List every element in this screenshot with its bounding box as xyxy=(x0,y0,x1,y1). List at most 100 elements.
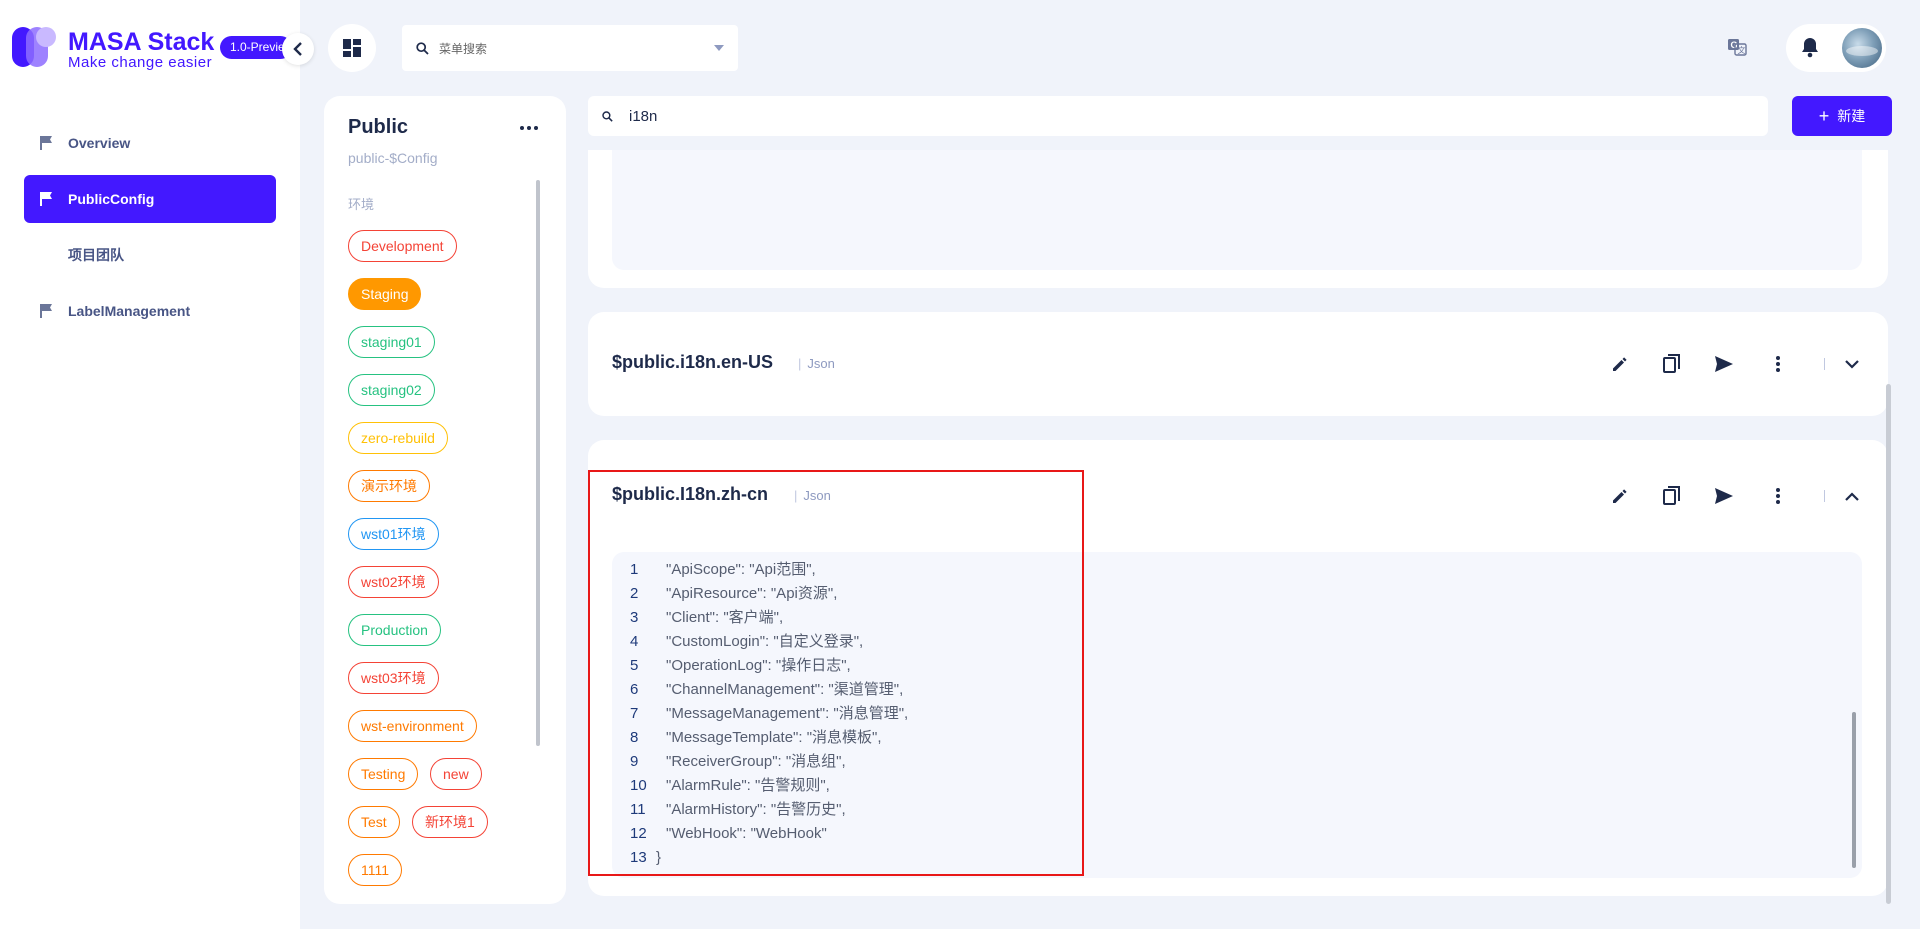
menu-search-placeholder: 菜单搜索 xyxy=(439,41,488,56)
notification-bell-icon[interactable] xyxy=(1800,36,1820,63)
code-scrollbar[interactable] xyxy=(1852,712,1856,868)
copy-icon[interactable] xyxy=(1658,482,1686,510)
code-line: 2 "ApiResource": "Api资源", xyxy=(612,582,837,606)
environment-scrollbar[interactable] xyxy=(536,180,540,746)
send-icon[interactable] xyxy=(1710,350,1738,378)
environment-chip[interactable]: zero-rebuild xyxy=(348,422,448,454)
code-text: "AlarmRule": "告警规则", xyxy=(666,777,830,794)
more-vertical-icon[interactable] xyxy=(1764,350,1792,378)
code-line: 12 "WebHook": "WebHook" xyxy=(612,822,827,846)
code-text: "ReceiverGroup": "消息组", xyxy=(666,753,846,770)
code-text: "MessageManagement": "消息管理", xyxy=(666,705,909,722)
config-actions xyxy=(1606,350,1866,378)
environment-chip[interactable]: Test xyxy=(348,806,400,838)
more-vertical-icon[interactable] xyxy=(1764,482,1792,510)
masa-logo-icon xyxy=(12,24,58,70)
code-line: 4 "CustomLogin": "自定义登录", xyxy=(612,630,863,654)
environment-chip[interactable]: wst03环境 xyxy=(348,662,439,694)
environment-chip[interactable]: new xyxy=(430,758,482,790)
config-subtitle: public-$Config xyxy=(348,150,438,166)
config-search-input[interactable]: i18n xyxy=(588,96,1768,136)
new-config-button[interactable]: + 新建 xyxy=(1792,96,1892,136)
config-search-value: i18n xyxy=(629,107,658,125)
app-grid-button[interactable] xyxy=(328,24,376,72)
line-number: 6 xyxy=(630,681,639,698)
config-name[interactable]: $public.I18n.zh-cn xyxy=(612,484,768,505)
dropdown-arrow-icon[interactable] xyxy=(714,45,724,51)
brand[interactable]: MASA Stack Make change easier 1.0-Previe… xyxy=(12,24,302,74)
flag-icon xyxy=(40,304,52,318)
new-button-label: 新建 xyxy=(1837,108,1866,124)
code-line: 7 "MessageManagement": "消息管理", xyxy=(612,702,908,726)
config-name[interactable]: $public.i18n.en-US xyxy=(612,352,773,373)
svg-text:文: 文 xyxy=(1738,45,1746,55)
code-text: "ApiScope": "Api范围", xyxy=(666,561,816,578)
search-icon xyxy=(416,41,429,55)
line-number: 4 xyxy=(630,633,639,650)
action-divider xyxy=(1824,490,1825,502)
environment-chip[interactable]: Testing xyxy=(348,758,419,790)
line-number: 9 xyxy=(630,753,639,770)
line-number: 12 xyxy=(630,825,647,842)
flag-icon xyxy=(40,192,52,206)
action-divider xyxy=(1824,358,1825,370)
code-line: 9 "ReceiverGroup": "消息组", xyxy=(612,750,846,774)
svg-text:G: G xyxy=(1731,40,1738,50)
line-number: 8 xyxy=(630,729,639,746)
nav-item-labelmanagement[interactable]: LabelManagement xyxy=(24,287,276,335)
environment-chip[interactable]: staging01 xyxy=(348,326,435,358)
config-type-label: Json xyxy=(807,356,835,371)
code-editor[interactable]: 1 "ApiScope": "Api范围", 2 "ApiResource": "Ap… xyxy=(612,552,1862,878)
chevron-down-icon[interactable] xyxy=(1838,350,1866,378)
config-panel: Public public-$Config 环境 Development Stag… xyxy=(324,96,566,904)
code-text: "AlarmHistory": "告警历史", xyxy=(666,801,846,818)
environment-chip[interactable]: Development xyxy=(348,230,457,262)
avatar[interactable] xyxy=(1842,28,1882,68)
more-options-button[interactable] xyxy=(514,116,544,140)
environment-chip[interactable]: 演示环境 xyxy=(348,470,430,502)
collapse-sidebar-button[interactable] xyxy=(282,33,314,65)
plus-icon: + xyxy=(1818,106,1830,126)
nav-item-label: LabelManagement xyxy=(68,303,191,319)
nav-item-label: 项目团队 xyxy=(68,247,124,263)
send-icon[interactable] xyxy=(1710,482,1738,510)
nav-item-overview[interactable]: Overview xyxy=(24,119,276,167)
code-text: "WebHook": "WebHook" xyxy=(666,825,827,842)
left-navigation: MASA Stack Make change easier 1.0-Previe… xyxy=(0,0,300,929)
environment-chip[interactable]: 新环境1 xyxy=(412,806,488,838)
code-text: "Client": "客户端", xyxy=(666,609,784,626)
chevron-up-icon[interactable] xyxy=(1838,482,1866,510)
config-card-en-us: $public.i18n.en-US | Json xyxy=(588,312,1888,416)
user-area xyxy=(1786,24,1886,72)
environment-chip[interactable]: wst-environment xyxy=(348,710,477,742)
environment-chip[interactable]: wst01环境 xyxy=(348,518,439,550)
environment-chip[interactable]: Production xyxy=(348,614,441,646)
search-icon xyxy=(602,110,613,122)
config-content-area xyxy=(612,150,1862,270)
line-number: 2 xyxy=(630,585,639,602)
nav-item-publicconfig[interactable]: PublicConfig xyxy=(24,175,276,223)
code-line: 10 "AlarmRule": "告警规则", xyxy=(612,774,830,798)
menu-search-input[interactable]: 菜单搜索 xyxy=(402,25,738,71)
more-horizontal-icon xyxy=(520,126,538,130)
brand-title: MASA Stack xyxy=(68,28,215,56)
copy-icon[interactable] xyxy=(1658,350,1686,378)
code-text: } xyxy=(656,849,662,866)
nav-item-project-team[interactable]: 项目团队 xyxy=(24,231,276,279)
code-line: 5 "OperationLog": "操作日志", xyxy=(612,654,851,678)
edit-icon[interactable] xyxy=(1606,350,1634,378)
environment-chip[interactable]: 1111 xyxy=(348,854,403,886)
code-line: 3 "Client": "客户端", xyxy=(612,606,783,630)
code-line: 13} xyxy=(612,846,661,870)
code-line: 1 "ApiScope": "Api范围", xyxy=(612,558,816,582)
environment-chip[interactable]: wst02环境 xyxy=(348,566,439,598)
environment-chip[interactable]: Staging xyxy=(348,278,422,310)
line-number: 1 xyxy=(630,561,639,578)
edit-icon[interactable] xyxy=(1606,482,1634,510)
page-scrollbar[interactable] xyxy=(1886,384,1891,904)
translate-icon[interactable]: G文 xyxy=(1726,36,1748,63)
config-type-label: Json xyxy=(803,488,831,503)
code-text: "MessageTemplate": "消息模板", xyxy=(666,729,882,746)
line-number: 3 xyxy=(630,609,639,626)
environment-chip[interactable]: staging02 xyxy=(348,374,435,406)
